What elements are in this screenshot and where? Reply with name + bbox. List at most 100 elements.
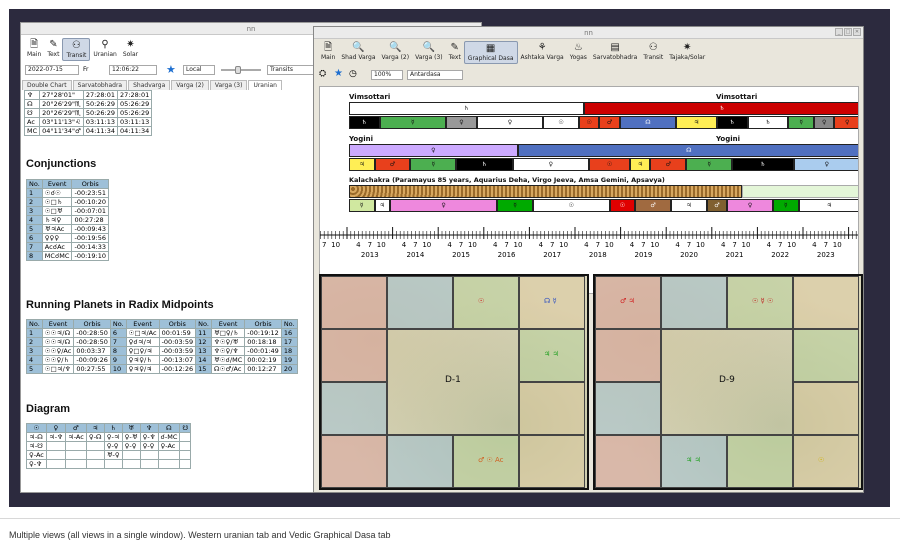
house-cell[interactable] [387,435,453,488]
toolbar-graphical-dasa-button[interactable]: ▦ Graphical Dasa [463,41,518,64]
dasa-period-bar[interactable]: ☿ [788,116,814,129]
slider-handle[interactable] [235,66,241,74]
tab-varga-3-[interactable]: Varga (3) [209,80,248,90]
house-cell[interactable] [595,435,661,488]
dasa-period-bar[interactable]: ☿ [773,199,799,212]
binoculars-icon[interactable]: ⛭ [319,69,326,79]
date-field[interactable]: 2022-07-15 [25,65,79,75]
house-cell[interactable] [793,329,859,382]
dasa-period-bar[interactable]: ♄ [732,158,794,171]
dasa-period-bar[interactable]: ☉ [578,116,600,129]
house-cell[interactable] [321,276,387,329]
toolbar-main-button[interactable]: 🗎 Main [24,38,44,61]
toolbar-ashtaka-varga-button[interactable]: ⚘ Ashtaka Varga [518,41,567,64]
zoom-select[interactable]: 100% [371,70,403,80]
dasa-period-bar[interactable]: ♀ [512,158,590,171]
planet-glyphs[interactable]: ☉ [478,297,484,305]
house-cell[interactable] [321,329,387,382]
planet-glyphs[interactable]: ☊ ☿ [544,297,557,305]
kalachakra-mahadasa-bar[interactable] [349,185,742,198]
dasa-period-bar[interactable]: ☿ [686,158,733,171]
clock-icon[interactable]: ◷ [349,69,357,79]
dasa-period-bar[interactable]: ☊ [517,144,858,157]
toolbar-varga-2--button[interactable]: 🔍 Varga (2) [379,41,413,64]
dasa-period-bar[interactable]: ♂ [635,199,671,212]
toolbar-yogas-button[interactable]: ♨ Yogas [567,41,590,64]
dasa-period-bar[interactable]: ♀ [389,199,498,212]
time-slider[interactable] [221,69,261,71]
star-icon[interactable]: ★ [166,63,176,76]
house-cell[interactable] [387,276,453,329]
dasa-period-bar[interactable]: ♃ [630,158,651,171]
tab-double-chart[interactable]: Double Chart [22,80,72,90]
dasa-period-bar[interactable]: ☿ [497,199,533,212]
toolbar-varga-3--button[interactable]: 🔍 Varga (3) [412,41,446,64]
maximize-icon[interactable]: □ [844,28,852,36]
house-cell[interactable] [595,382,661,435]
dasa-period-bar[interactable]: ☿ [410,158,457,171]
dasa-period-bar[interactable]: ♄ [584,102,858,115]
dasa-period-bar[interactable]: ☉ [609,199,636,212]
planet-glyphs[interactable]: ♂ ♃ [620,297,635,305]
title-bar[interactable]: nn _ □ ✕ [314,27,863,39]
dasa-period-bar[interactable]: ♀ [814,116,835,129]
house-cell[interactable] [519,435,585,488]
planet-glyphs[interactable]: ♃ ♃ [544,350,559,358]
star-icon[interactable]: ★ [334,68,343,79]
toolbar-shad-varga-button[interactable]: 🔍 Shad Varga [338,41,378,64]
dasa-period-bar[interactable]: ♂ [374,158,411,171]
dasa-period-bar[interactable]: ♄ [747,116,789,129]
toolbar-uranian-button[interactable]: ⚲ Uranian [90,38,119,61]
dasa-period-bar[interactable]: ♀ [446,116,477,129]
tab-varga-2-[interactable]: Varga (2) [171,80,209,90]
tab-shadvarga[interactable]: Shadvarga [128,80,171,90]
planet-glyphs[interactable]: ♃ ♃ [686,456,701,464]
dasa-period-bar[interactable]: ♀ [727,199,774,212]
time-field[interactable]: 12:06:22 [109,65,157,75]
toolbar-sarvatobhadra-button[interactable]: ▤ Sarvatobhadra [590,41,640,64]
toolbar-transit-button[interactable]: ⚇ Transit [640,41,666,64]
planet-glyphs[interactable]: ☉ [818,456,824,464]
dasa-period-bar[interactable]: ☉ [532,199,610,212]
close-icon[interactable]: ✕ [853,28,861,36]
toolbar-text-button[interactable]: ✎ Text [446,41,464,64]
dasa-period-bar[interactable]: ♀ [476,116,544,129]
house-cell[interactable] [519,382,585,435]
dasa-period-bar[interactable]: ♂ [599,116,620,129]
house-cell[interactable] [321,435,387,488]
dasa-period-bar[interactable]: ♂ [650,158,687,171]
toolbar-main-button[interactable]: 🗎 Main [318,41,338,64]
timezone-select[interactable]: Local [183,65,215,75]
dasa-period-bar[interactable]: ☉ [589,158,631,171]
house-cell[interactable] [793,435,859,488]
planet-glyphs[interactable]: ♂ ☉ Ac [478,456,504,464]
toolbar-solar-button[interactable]: ✷ Solar [120,38,141,61]
dasa-period-bar[interactable]: ♀ [349,144,518,157]
toolbar-tajaka-solar-button[interactable]: ✷ Tajaka/Solar [666,41,708,64]
house-cell[interactable] [661,276,727,329]
dasa-period-bar[interactable]: ♀ [793,158,858,171]
dasa-period-bar[interactable]: ♃ [374,199,390,212]
dasa-period-bar[interactable]: ☿ [349,199,375,212]
dasa-period-bar[interactable]: ♄ [349,102,585,115]
house-cell[interactable] [321,382,387,435]
house-cell[interactable] [793,382,859,435]
house-cell[interactable] [453,276,519,329]
dasa-period-bar[interactable]: ♄ [456,158,513,171]
tab-uranian[interactable]: Uranian [248,80,282,90]
dasa-period-bar[interactable]: ☉ [543,116,579,129]
house-cell[interactable] [727,435,793,488]
toolbar-text-button[interactable]: ✎ Text [44,38,62,61]
kalachakra-mahadasa-bar-2[interactable] [742,185,858,198]
dasa-period-bar[interactable]: ☿ [379,116,447,129]
dasa-level-select[interactable]: Antardasa [407,70,463,80]
dasa-period-bar[interactable]: ♄ [349,116,380,129]
dasa-period-bar[interactable]: ♃ [670,199,707,212]
dasa-period-bar[interactable]: ♃ [798,199,858,212]
planet-glyphs[interactable]: ☉ ☿ ☉ [752,297,773,305]
dasa-period-bar[interactable]: ♃ [349,158,375,171]
dasa-period-bar[interactable]: ♄ [716,116,748,129]
dasa-period-bar[interactable]: ♃ [676,116,717,129]
tab-sarvatobhadra[interactable]: Sarvatobhadra [72,80,128,90]
dasa-period-bar[interactable]: ♂ [706,199,728,212]
